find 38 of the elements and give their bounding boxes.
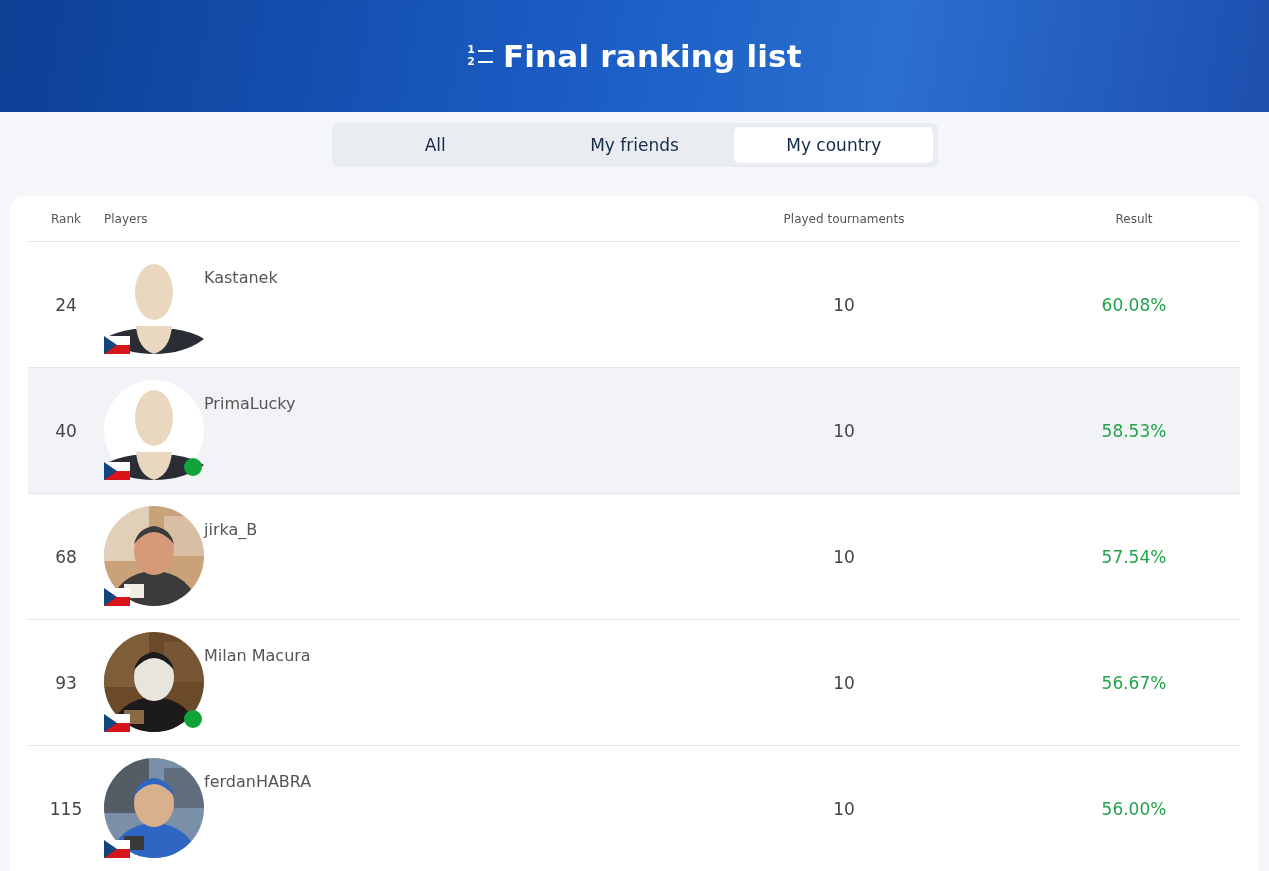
- result-cell-text: 56.00%: [1100, 798, 1168, 819]
- result-cell-text: 57.54%: [1100, 546, 1168, 567]
- highlighted-row[interactable]: 40 PrimaLucky 10 58.53%: [28, 368, 1240, 494]
- result-cell-text: 56.67%: [1100, 672, 1168, 693]
- czech-flag-icon: [104, 588, 130, 606]
- rank-cell-text: 24: [54, 294, 78, 315]
- table-row[interactable]: 68 jirka_B 10 57.54%: [28, 494, 1240, 620]
- column-header: Players: [104, 211, 149, 226]
- czech-flag-icon: [104, 336, 130, 354]
- column-header: Played tournaments: [782, 211, 906, 226]
- player-name: PrimaLucky: [204, 393, 296, 413]
- default-avatar-icon: [104, 380, 204, 480]
- page-title: Final ranking list: [502, 38, 802, 74]
- column-header: Result: [1114, 211, 1154, 226]
- rank-cell-text: 40: [54, 420, 78, 441]
- table-row[interactable]: 93 Milan Macura 10 56.67%: [28, 620, 1240, 746]
- column-header: Rank: [50, 211, 82, 226]
- table-row[interactable]: 115 ferdanHABRA 10 56.00%: [28, 746, 1240, 871]
- czech-flag-icon: [104, 462, 130, 480]
- player-name: ferdanHABRA: [204, 771, 312, 791]
- filter-tab[interactable]: All: [335, 127, 535, 163]
- result-cell-text: 58.53%: [1100, 420, 1168, 441]
- player-name: jirka_B: [204, 519, 258, 539]
- played-cell-text: 10: [832, 546, 856, 567]
- played-cell-text: 10: [832, 420, 856, 441]
- played-cell-text: 10: [832, 798, 856, 819]
- player-name: Kastanek: [204, 267, 278, 287]
- rank-cell-text: 68: [54, 546, 78, 567]
- rank-cell-text: 115: [48, 798, 84, 819]
- played-cell-text: 10: [832, 294, 856, 315]
- czech-flag-icon: [104, 840, 130, 858]
- filter-tab[interactable]: My country: [734, 127, 934, 163]
- played-cell-text: 10: [832, 672, 856, 693]
- player-name: Milan Macura: [204, 645, 311, 665]
- rank-cell-text: 93: [54, 672, 78, 693]
- result-cell-text: 60.08%: [1100, 294, 1168, 315]
- czech-flag-icon: [104, 714, 130, 732]
- filter-tab[interactable]: My friends: [534, 127, 735, 163]
